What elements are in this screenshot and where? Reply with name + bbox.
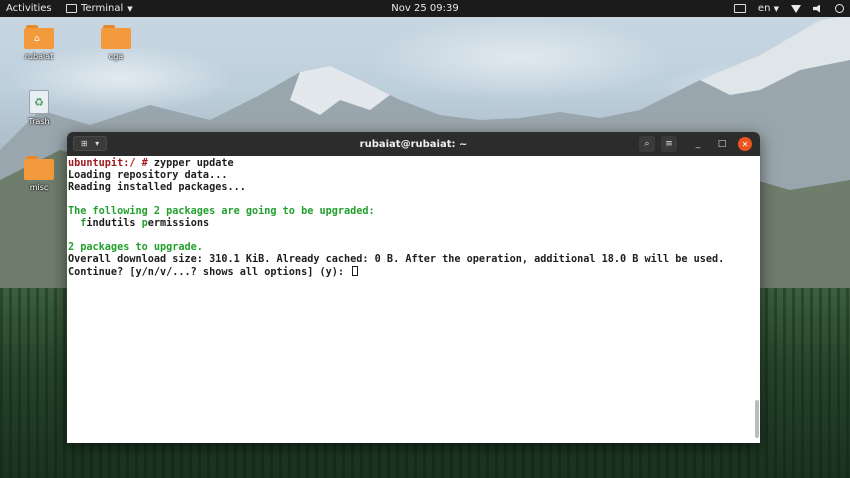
text-cursor[interactable] [352,266,359,276]
app-menu-terminal[interactable]: Terminal ▼ [66,0,133,17]
output-line: 2 packages to upgrade. [68,242,760,254]
desktop-icon-misc[interactable]: misc [9,156,69,192]
desktop-icon-trash[interactable]: ♻ Trash [9,90,69,126]
terminal-output[interactable]: ubuntupit:/ # zypper update Loading repo… [67,156,760,278]
folder-icon [24,156,54,180]
network-icon[interactable] [791,4,801,13]
minimize-icon: _ [695,139,701,149]
chevron-down-icon: ▼ [127,4,133,13]
new-tab-icon: ⊞ [80,139,88,148]
output-line: Loading repository data... [68,170,228,181]
screen-indicator-icon[interactable] [733,4,746,13]
terminal-window[interactable]: ⊞ ▾ rubaiat@rubaiat: ~ ⌕ ≡ _ □ ✕ ubuntup… [67,132,760,443]
home-folder-icon: ⌂ [24,25,54,49]
desktop-icon-rubaiat[interactable]: ⌂ rubaiat [9,25,69,61]
terminal-icon [66,4,77,13]
trash-icon: ♻ [29,90,49,114]
chevron-down-icon: ▼ [773,5,779,13]
system-tray: en ▼ [733,0,844,17]
power-icon[interactable] [835,4,844,13]
clock[interactable]: Nov 25 09:39 [391,3,458,14]
shell-prompt: ubuntupit:/ # [68,158,148,169]
package-list-line: findutils permissions [68,218,760,230]
chevron-down-icon: ▾ [95,139,100,148]
language-label: en [757,3,771,14]
app-menu-label: Terminal [81,3,124,14]
activities-button[interactable]: Activities [6,0,52,17]
desktop-icon-cga[interactable]: cga [86,25,146,61]
command-line: ubuntupit:/ # zypper update [68,158,760,170]
continue-prompt: Continue? [y/n/v/...? shows all options]… [68,267,351,278]
desktop-icon-label: rubaiat [24,52,54,61]
menu-button[interactable]: ≡ [661,136,677,152]
summary-count: 2 packages to upgrade. [68,242,203,253]
package-name-rest: indutils [86,218,142,229]
desktop-icon-label: misc [29,183,49,192]
hamburger-menu-icon: ≡ [665,139,673,149]
search-button[interactable]: ⌕ [639,136,655,152]
command-text: zypper update [147,158,234,169]
maximize-icon: □ [717,139,727,149]
output-line: Reading installed packages... [68,182,246,193]
package-name-rest: ermissions [147,218,210,229]
input-prompt-line: Continue? [y/n/v/...? shows all options]… [68,266,760,278]
folder-icon [101,25,131,49]
new-tab-button[interactable]: ⊞ ▾ [73,136,107,151]
terminal-titlebar[interactable]: ⊞ ▾ rubaiat@rubaiat: ~ ⌕ ≡ _ □ ✕ [67,132,760,156]
desktop-icon-label: Trash [28,117,50,126]
close-icon: ✕ [741,139,749,149]
language-indicator[interactable]: en ▼ [758,3,779,14]
maximize-button[interactable]: □ [714,136,730,152]
desktop-icon-label: cga [108,52,124,61]
search-icon: ⌕ [644,139,650,149]
top-bar: Activities Terminal ▼ Nov 25 09:39 en ▼ [0,0,850,17]
output-line: The following 2 packages are going to be… [68,206,375,217]
window-title: rubaiat@rubaiat: ~ [359,138,468,150]
close-button[interactable]: ✕ [738,137,752,151]
minimize-button[interactable]: _ [690,136,706,152]
scrollbar[interactable] [755,400,759,438]
volume-icon[interactable] [813,4,820,13]
output-line: Overall download size: 310.1 KiB. Alread… [68,254,725,265]
